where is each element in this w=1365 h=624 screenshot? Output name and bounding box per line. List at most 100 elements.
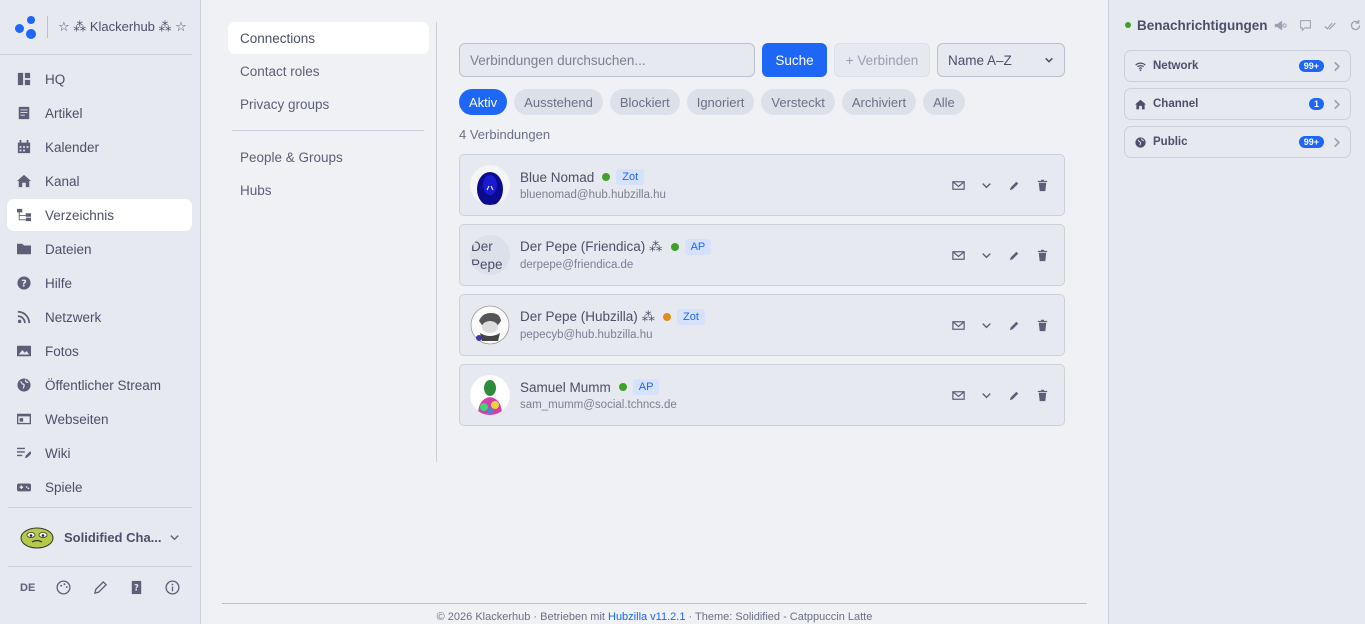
online-dot bbox=[1125, 22, 1131, 28]
avatar bbox=[470, 305, 510, 345]
connection-name[interactable]: Der Pepe (Hubzilla) ⁂ bbox=[520, 309, 655, 325]
home-icon bbox=[1135, 99, 1146, 109]
nav-item-oeffentlicher-stream[interactable]: Öffentlicher Stream bbox=[7, 369, 192, 401]
pencil-icon[interactable] bbox=[1007, 318, 1022, 333]
nav-item-label: HQ bbox=[45, 71, 66, 87]
subnav-people-groups[interactable]: People & Groups bbox=[228, 141, 429, 173]
mail-icon[interactable] bbox=[951, 318, 966, 333]
subnav-contact-roles[interactable]: Contact roles bbox=[228, 55, 429, 87]
search-input[interactable] bbox=[459, 43, 755, 77]
status-dot bbox=[670, 243, 679, 251]
nav-item-netzwerk[interactable]: Netzwerk bbox=[7, 301, 192, 333]
main-nav: HQ Artikel Kalender Kanal Verzeichnis Da… bbox=[0, 55, 200, 503]
connection-address: pepecyb@hub.hubzilla.hu bbox=[520, 329, 653, 341]
subnav-privacy-groups[interactable]: Privacy groups bbox=[228, 88, 429, 120]
footer-prefix: © 2026 Klackerhub · Betrieben mit bbox=[436, 611, 608, 623]
connection-name[interactable]: Der Pepe (Friendica) ⁂ bbox=[520, 239, 663, 255]
notification-public[interactable]: Public 99+ bbox=[1124, 126, 1351, 158]
trash-icon[interactable] bbox=[1035, 318, 1050, 333]
connection-address: bluenomad@hub.hubzilla.hu bbox=[520, 189, 666, 201]
connect-button[interactable]: + Verbinden bbox=[834, 43, 930, 77]
sort-select[interactable]: Name A–Z bbox=[937, 43, 1065, 77]
nav-item-label: Wiki bbox=[45, 445, 71, 461]
megaphone-settings-icon[interactable] bbox=[1274, 19, 1287, 32]
nav-item-webseiten[interactable]: Webseiten bbox=[7, 403, 192, 435]
mail-icon[interactable] bbox=[951, 388, 966, 403]
nav-item-fotos[interactable]: Fotos bbox=[7, 335, 192, 367]
nav-item-artikel[interactable]: Artikel bbox=[7, 97, 192, 129]
trash-icon[interactable] bbox=[1035, 248, 1050, 263]
search-button[interactable]: Suche bbox=[762, 43, 827, 77]
webpage-icon bbox=[17, 412, 31, 426]
folder-icon bbox=[17, 242, 31, 256]
filter-ignoriert[interactable]: Ignoriert bbox=[686, 89, 755, 115]
hubzilla-version-link[interactable]: Hubzilla v11.2.1 bbox=[608, 611, 685, 623]
filter-archiviert[interactable]: Archiviert bbox=[841, 89, 917, 115]
trash-icon[interactable] bbox=[1035, 178, 1050, 193]
filter-versteckt[interactable]: Versteckt bbox=[761, 89, 835, 115]
footer-suffix: · Theme: Solidified - Catppuccin Latte bbox=[685, 611, 873, 623]
globe-icon bbox=[17, 378, 31, 392]
chevron-down-icon[interactable] bbox=[979, 318, 994, 333]
connection-info: Der Pepe (Friendica) ⁂ AP derpepe@friend… bbox=[520, 239, 712, 271]
chevron-down-icon[interactable] bbox=[979, 248, 994, 263]
connection-address: sam_mumm@social.tchncs.de bbox=[520, 399, 677, 411]
mail-icon[interactable] bbox=[951, 178, 966, 193]
connection-name[interactable]: Blue Nomad bbox=[520, 170, 594, 185]
nav-item-dateien[interactable]: Dateien bbox=[7, 233, 192, 265]
brand-divider bbox=[47, 16, 48, 38]
connection-name[interactable]: Samuel Mumm bbox=[520, 380, 611, 395]
connection-row[interactable]: Blue Nomad Zot bluenomad@hub.hubzilla.hu bbox=[459, 154, 1065, 216]
connection-row[interactable]: Samuel Mumm AP sam_mumm@social.tchncs.de bbox=[459, 364, 1065, 426]
connection-row[interactable]: Der Pepe (Hubzilla) ⁂ Zot pepecyb@hub.hu… bbox=[459, 294, 1065, 356]
profile-name: Solidified Cha... bbox=[64, 529, 162, 545]
nav-item-label: Öffentlicher Stream bbox=[45, 377, 162, 393]
notification-network[interactable]: Network 99+ bbox=[1124, 50, 1351, 82]
status-filters: Aktiv Ausstehend Blockiert Ignoriert Ver… bbox=[459, 89, 1065, 115]
refresh-icon[interactable] bbox=[1349, 19, 1362, 32]
comment-icon[interactable] bbox=[1299, 19, 1312, 32]
brand-header[interactable]: ☆ ⁂ Klackerhub ⁂ ☆ bbox=[0, 0, 192, 55]
protocol-badge: Zot bbox=[616, 169, 645, 185]
nav-item-label: Kalender bbox=[45, 139, 100, 155]
connection-row[interactable]: Der Pepe Der Pepe (Friendica) ⁂ AP derpe… bbox=[459, 224, 1065, 286]
profile-switcher[interactable]: Solidified Cha... bbox=[8, 507, 192, 567]
filter-alle[interactable]: Alle bbox=[923, 89, 965, 115]
subnav-hubs[interactable]: Hubs bbox=[228, 174, 429, 206]
help-book-icon[interactable]: ? bbox=[129, 580, 144, 595]
check-all-icon[interactable] bbox=[1323, 19, 1337, 32]
chevron-right-icon bbox=[1334, 137, 1341, 147]
filter-blockiert[interactable]: Blockiert bbox=[609, 89, 680, 115]
filter-aktiv[interactable]: Aktiv bbox=[459, 89, 508, 115]
info-icon[interactable] bbox=[165, 580, 180, 595]
connection-list: Blue Nomad Zot bluenomad@hub.hubzilla.hu… bbox=[459, 154, 1065, 426]
status-dot bbox=[602, 173, 611, 181]
pencil-icon[interactable] bbox=[93, 580, 108, 595]
nav-item-label: Spiele bbox=[45, 479, 83, 495]
pencil-icon[interactable] bbox=[1007, 388, 1022, 403]
mail-icon[interactable] bbox=[951, 248, 966, 263]
filter-ausstehend[interactable]: Ausstehend bbox=[514, 89, 603, 115]
pencil-icon[interactable] bbox=[1007, 178, 1022, 193]
language-switch[interactable]: DE bbox=[20, 582, 35, 594]
nav-item-kalender[interactable]: Kalender bbox=[7, 131, 192, 163]
palette-icon[interactable] bbox=[56, 580, 71, 595]
avatar bbox=[470, 165, 510, 205]
nav-item-kanal[interactable]: Kanal bbox=[7, 165, 192, 197]
chevron-right-icon bbox=[1334, 61, 1341, 71]
connection-count: 4 Verbindungen bbox=[459, 127, 551, 142]
nav-item-hq[interactable]: HQ bbox=[7, 63, 192, 95]
nav-item-verzeichnis[interactable]: Verzeichnis bbox=[7, 199, 192, 231]
subnav-connections[interactable]: Connections bbox=[228, 22, 429, 54]
notification-channel[interactable]: Channel 1 bbox=[1124, 88, 1351, 120]
connection-info: Blue Nomad Zot bluenomad@hub.hubzilla.hu bbox=[520, 169, 666, 201]
trash-icon[interactable] bbox=[1035, 388, 1050, 403]
sort-value: Name A–Z bbox=[948, 52, 1012, 68]
chevron-down-icon[interactable] bbox=[979, 178, 994, 193]
nav-item-wiki[interactable]: Wiki bbox=[7, 437, 192, 469]
nav-item-spiele[interactable]: Spiele bbox=[7, 471, 192, 503]
pencil-icon[interactable] bbox=[1007, 248, 1022, 263]
globe-icon bbox=[1135, 136, 1146, 148]
nav-item-hilfe[interactable]: ? Hilfe bbox=[7, 267, 192, 299]
chevron-down-icon[interactable] bbox=[979, 388, 994, 403]
